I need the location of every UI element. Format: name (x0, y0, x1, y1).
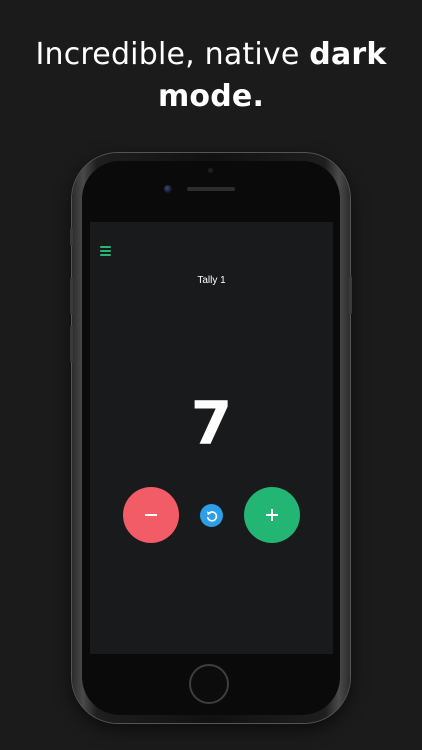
earpiece-speaker (187, 187, 235, 191)
headline-line-1: Incredible, native dark (0, 34, 422, 76)
headline-bold-line: mode. (157, 79, 265, 114)
tally-title: Tally 1 (197, 275, 226, 286)
home-button (189, 664, 229, 704)
plus-icon (266, 509, 278, 521)
app-screen: Tally 1 7 (90, 222, 333, 654)
volume-up-button (70, 278, 73, 314)
marketing-headline: Incredible, native dark mode. (0, 34, 422, 118)
decrement-button[interactable] (123, 487, 179, 543)
reset-arrow-icon (206, 510, 217, 522)
mute-switch (70, 228, 73, 246)
volume-down-button (70, 326, 73, 362)
tally-count: 7 (190, 389, 233, 459)
proximity-sensor (208, 168, 213, 173)
front-camera (164, 185, 172, 193)
power-button (349, 276, 352, 314)
reset-button[interactable] (200, 504, 223, 527)
headline-line-2: mode. (0, 76, 422, 118)
headline-bold-word: dark (309, 37, 387, 72)
hamburger-menu-icon[interactable] (99, 245, 113, 257)
headline-regular-text: Incredible, native (35, 37, 310, 72)
increment-button[interactable] (244, 487, 300, 543)
minus-icon (145, 514, 157, 516)
